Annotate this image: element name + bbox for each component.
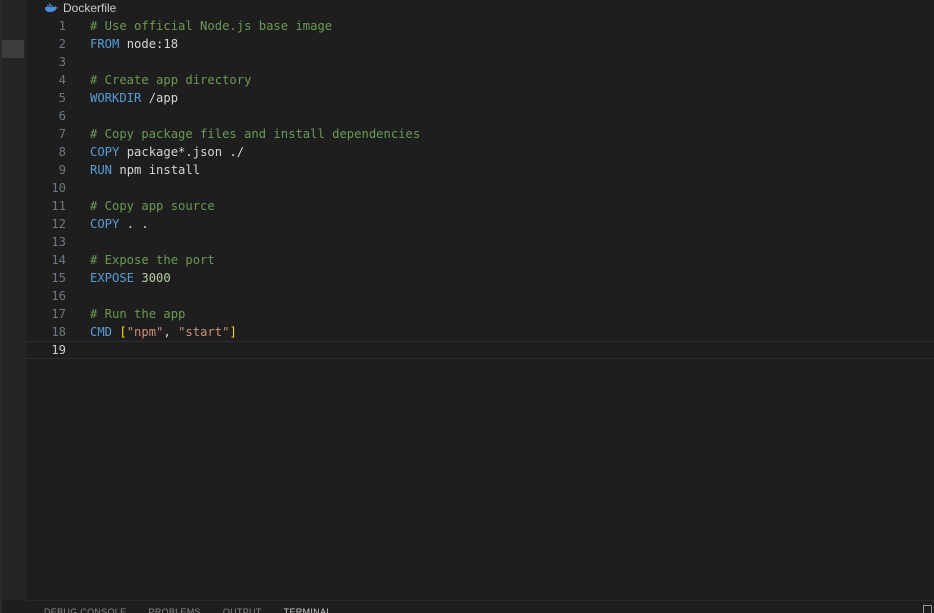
line-number: 13 — [51, 235, 66, 249]
line-number: 12 — [51, 217, 66, 231]
line-code: FROM node:18 — [90, 35, 178, 53]
code-line[interactable]: 17 # Run the app — [26, 305, 934, 323]
code-line[interactable]: 7 # Copy package files and install depend… — [26, 125, 934, 143]
line-number: 17 — [51, 307, 66, 321]
line-number: 11 — [51, 199, 66, 213]
line-number: 10 — [51, 181, 66, 195]
line-number: 1 — [58, 19, 66, 33]
code-token-keyword: COPY — [90, 145, 120, 159]
docker-whale-icon — [44, 3, 58, 13]
code-line[interactable]: 6 — [26, 107, 934, 125]
line-code: COPY package*.json ./ — [90, 143, 244, 161]
gutter-marker — [2, 40, 24, 58]
code-token-bracket: [ — [119, 325, 127, 339]
code-token-comment: # Copy package files and install depende… — [90, 127, 421, 141]
code-line[interactable]: 16 — [26, 287, 934, 305]
line-code: # Run the app — [90, 305, 185, 323]
panel-tabs: DEBUG CONSOLE PROBLEMS OUTPUT TERMINAL — [44, 607, 332, 613]
code-token-keyword: CMD — [90, 325, 113, 339]
code-line[interactable]: 13 — [26, 233, 934, 251]
code-token-number: 3000 — [141, 271, 171, 285]
line-code: # Create app directory — [90, 71, 251, 89]
panel-tab-terminal[interactable]: TERMINAL — [284, 607, 332, 613]
panel-tab-problems[interactable]: PROBLEMS — [148, 607, 200, 613]
line-code: RUN npm install — [90, 161, 200, 179]
code-token-keyword: EXPOSE — [90, 271, 135, 285]
code-token-text: package*.json ./ — [119, 145, 245, 159]
code-line[interactable]: 18 CMD ["npm", "start"] — [26, 323, 934, 341]
code-token-text: /app — [141, 91, 179, 105]
code-line[interactable]: 3 — [26, 53, 934, 71]
line-number: 9 — [58, 163, 66, 177]
code-line[interactable]: 19 — [26, 341, 934, 359]
code-token-comment: # Run the app — [90, 307, 186, 321]
code-token-comment: # Expose the port — [90, 253, 215, 267]
line-number: 3 — [58, 55, 66, 69]
code-line[interactable]: 15 EXPOSE 3000 — [26, 269, 934, 287]
code-token-keyword: WORKDIR — [90, 91, 142, 105]
file-tab-label: Dockerfile — [63, 1, 117, 15]
code-token-keyword: FROM — [90, 37, 120, 51]
line-code: # Expose the port — [90, 251, 215, 269]
code-token-bracket: ] — [229, 325, 237, 339]
code-token-text: npm install — [112, 163, 201, 177]
code-line[interactable]: 9 RUN npm install — [26, 161, 934, 179]
code-line[interactable]: 8 COPY package*.json ./ — [26, 143, 934, 161]
code-token-text: . . — [119, 217, 149, 231]
line-number: 5 — [58, 91, 66, 105]
line-code: # Copy app source — [90, 197, 215, 215]
code-line[interactable]: 1 # Use official Node.js base image — [26, 17, 934, 35]
line-number: 19 — [51, 343, 66, 357]
bottom-panel: DEBUG CONSOLE PROBLEMS OUTPUT TERMINAL — [26, 600, 934, 613]
line-number: 7 — [58, 127, 66, 141]
line-number: 16 — [51, 289, 66, 303]
line-number: 4 — [58, 73, 66, 87]
line-code: # Copy package files and install depende… — [90, 125, 420, 143]
editor-window: Dockerfile 1 # Use official Node.js base … — [0, 0, 934, 613]
line-code: # Use official Node.js base image — [90, 17, 332, 35]
line-number: 15 — [51, 271, 66, 285]
panel-tab-output[interactable]: OUTPUT — [223, 607, 262, 613]
side-gutter — [2, 0, 26, 600]
code-token-string: "start" — [178, 325, 230, 339]
code-line[interactable]: 4 # Create app directory — [26, 71, 934, 89]
code-token-comment: # Copy app source — [90, 199, 215, 213]
code-token-string: "npm" — [126, 325, 164, 339]
line-number: 2 — [58, 37, 66, 51]
code-editor[interactable]: 1 # Use official Node.js base image 2 FROM … — [26, 17, 934, 359]
code-token-comment: # Create app directory — [90, 73, 252, 87]
line-number: 14 — [51, 253, 66, 267]
line-code: WORKDIR /app — [90, 89, 178, 107]
code-line[interactable]: 12 COPY . . — [26, 215, 934, 233]
code-token-comment: # Use official Node.js base image — [90, 19, 333, 33]
code-token-keyword: COPY — [90, 217, 120, 231]
code-token-text: , — [163, 325, 179, 339]
code-token-text: node:18 — [119, 37, 179, 51]
line-number: 18 — [51, 325, 66, 339]
file-tab[interactable]: Dockerfile — [44, 0, 116, 16]
code-line[interactable]: 11 # Copy app source — [26, 197, 934, 215]
code-line[interactable]: 5 WORKDIR /app — [26, 89, 934, 107]
code-line[interactable]: 14 # Expose the port — [26, 251, 934, 269]
line-number: 6 — [58, 109, 66, 123]
code-line[interactable]: 10 — [26, 179, 934, 197]
line-code: EXPOSE 3000 — [90, 269, 171, 287]
maximize-panel-icon[interactable] — [923, 605, 932, 613]
line-code: COPY . . — [90, 215, 149, 233]
code-token-keyword: RUN — [90, 163, 113, 177]
line-number: 8 — [58, 145, 66, 159]
line-code: CMD ["npm", "start"] — [90, 323, 237, 341]
panel-tab-debug-console[interactable]: DEBUG CONSOLE — [44, 607, 126, 613]
code-line[interactable]: 2 FROM node:18 — [26, 35, 934, 53]
